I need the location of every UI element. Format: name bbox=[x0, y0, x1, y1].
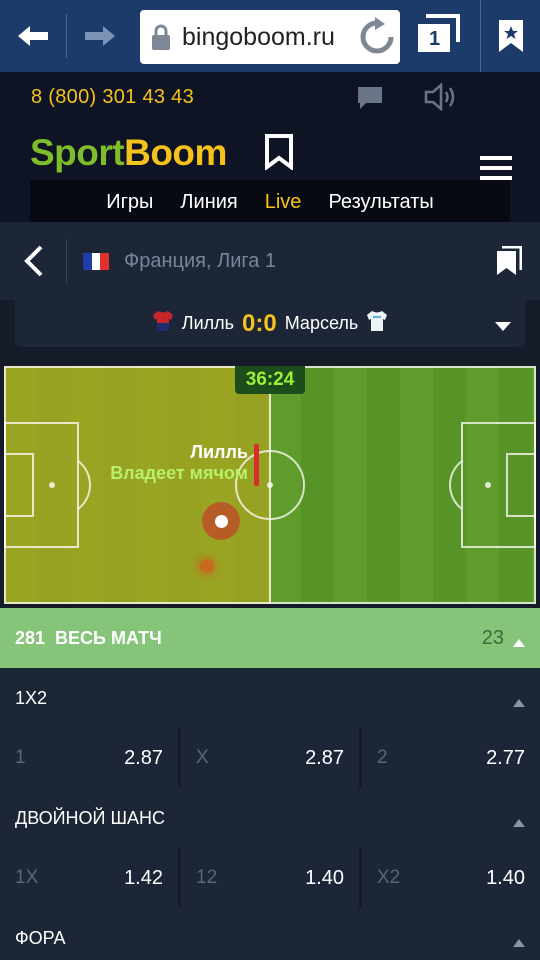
markets-number: 281 bbox=[15, 627, 46, 648]
football-pitch: 36:24 Лилль Владеет мячом bbox=[4, 366, 536, 604]
browser-back-button[interactable] bbox=[0, 0, 66, 72]
lock-icon bbox=[140, 23, 182, 51]
main-nav: Игры Линия Live Результаты bbox=[30, 180, 510, 224]
market-group-1x2[interactable]: 1X2 bbox=[0, 668, 540, 728]
odd-value: 2.77 bbox=[486, 746, 525, 769]
odd-value: 1.40 bbox=[486, 866, 525, 889]
tabs-button[interactable]: 1 bbox=[416, 14, 460, 59]
caret-up-icon bbox=[513, 934, 525, 952]
markets-title: ВЕСЬ МАТЧ bbox=[55, 627, 162, 648]
nav-line[interactable]: Линия bbox=[180, 191, 237, 214]
sound-icon[interactable] bbox=[424, 82, 460, 116]
live-tracker: 36:24 Лилль Владеет мячом bbox=[0, 366, 540, 608]
phone-number[interactable]: 8 (800) 301 43 43 bbox=[31, 86, 194, 109]
odd-button-12[interactable]: 12 1.40 bbox=[181, 848, 359, 908]
match-score: 0:0 bbox=[242, 310, 277, 338]
market-group-title: 1X2 bbox=[15, 687, 48, 708]
odd-label: 1X bbox=[15, 867, 39, 888]
odd-button-1x[interactable]: 1X 1.42 bbox=[0, 848, 178, 908]
home-jersey-icon bbox=[152, 310, 174, 337]
contact-bar: 8 (800) 301 43 43 bbox=[0, 72, 540, 122]
odd-button-x2[interactable]: X2 1.40 bbox=[362, 848, 540, 908]
bookmark-icon[interactable] bbox=[264, 134, 294, 175]
logo-sport-text: Sport bbox=[30, 132, 125, 173]
ball-position-icon bbox=[202, 502, 240, 540]
caret-up-icon bbox=[513, 694, 525, 712]
odds-row: 1 2.87 X 2.87 2 2.77 bbox=[0, 728, 540, 788]
back-button[interactable] bbox=[0, 222, 66, 300]
market-group-title: ФОРА bbox=[15, 927, 66, 948]
divider bbox=[66, 239, 67, 283]
odd-label: X2 bbox=[377, 867, 401, 888]
france-flag-icon bbox=[83, 252, 110, 270]
reload-icon[interactable] bbox=[358, 17, 396, 62]
odd-label: 2 bbox=[377, 747, 388, 768]
odd-value: 1.40 bbox=[305, 866, 344, 889]
possession-team: Лилль bbox=[190, 442, 248, 462]
pitch-lines bbox=[4, 366, 536, 604]
bookmark-star-icon bbox=[498, 20, 523, 52]
caret-up-icon bbox=[513, 814, 525, 832]
address-bar[interactable]: bingoboom.ru bbox=[140, 10, 400, 64]
market-group-title: ДВОЙНОЙ ШАНС bbox=[15, 807, 165, 828]
arrow-right-icon bbox=[85, 26, 115, 46]
market-group-handicap[interactable]: ФОРА bbox=[0, 908, 540, 960]
odd-button-1[interactable]: 1 2.87 bbox=[0, 728, 178, 788]
odd-button-x[interactable]: X 2.87 bbox=[181, 728, 359, 788]
markets-header[interactable]: 281 ВЕСЬ МАТЧ 23 bbox=[0, 608, 540, 668]
logo-boom-text: Boom bbox=[124, 132, 227, 173]
caret-up-icon bbox=[513, 634, 525, 652]
site-header: SportBoom Игры Линия Live Результаты bbox=[0, 122, 540, 224]
url-text: bingoboom.ru bbox=[182, 22, 335, 51]
possession-label: Владеет мячом bbox=[110, 463, 248, 483]
odd-value: 2.87 bbox=[124, 746, 163, 769]
league-breadcrumb: Франция, Лига 1 bbox=[0, 222, 540, 300]
home-team: Лилль bbox=[181, 313, 235, 333]
tab-count: 1 bbox=[429, 28, 441, 50]
sportboom-logo[interactable]: SportBoom bbox=[30, 132, 227, 174]
nav-games[interactable]: Игры bbox=[106, 191, 153, 214]
odd-button-2[interactable]: 2 2.77 bbox=[362, 728, 540, 788]
browser-forward-button[interactable] bbox=[67, 0, 133, 72]
home-score: 0 bbox=[242, 309, 256, 337]
match-area: Лилль 0:0 Марсель bbox=[0, 300, 540, 366]
odd-value: 1.42 bbox=[124, 866, 163, 889]
odds-row: 1X 1.42 12 1.40 X2 1.40 bbox=[0, 848, 540, 908]
possession-marker bbox=[254, 444, 259, 486]
odd-label: 12 bbox=[196, 867, 218, 888]
odd-label: 1 bbox=[15, 747, 26, 768]
away-team: Марсель bbox=[284, 313, 359, 333]
bookmark-star-button[interactable] bbox=[480, 0, 540, 72]
away-jersey-icon bbox=[366, 310, 388, 337]
caret-down-icon bbox=[495, 319, 511, 337]
market-group-double-chance[interactable]: ДВОЙНОЙ ШАНС bbox=[0, 788, 540, 848]
match-selector[interactable]: Лилль 0:0 Марсель bbox=[15, 300, 525, 347]
nav-live[interactable]: Live bbox=[265, 191, 302, 214]
odd-value: 2.87 bbox=[305, 746, 344, 769]
browser-toolbar: bingoboom.ru 1 bbox=[0, 0, 540, 72]
nav-results[interactable]: Результаты bbox=[328, 191, 433, 214]
chevron-left-icon bbox=[24, 245, 43, 277]
markets-count: 23 bbox=[481, 626, 504, 649]
away-score: 0 bbox=[263, 309, 277, 337]
league-name[interactable]: Франция, Лига 1 bbox=[124, 250, 276, 273]
bookmarks-icon[interactable] bbox=[496, 245, 523, 281]
arrow-left-icon bbox=[18, 26, 48, 46]
chat-icon[interactable] bbox=[357, 86, 383, 115]
ball-trail-icon bbox=[200, 559, 214, 573]
match-timer: 36:24 bbox=[235, 366, 305, 394]
odd-label: X bbox=[196, 747, 209, 768]
